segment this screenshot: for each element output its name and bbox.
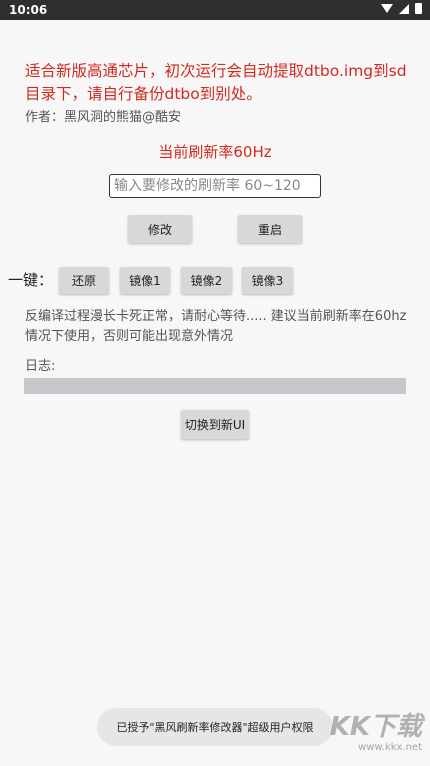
- author-text: 作者：黑风洞的熊猫@酷安: [25, 110, 182, 125]
- watermark-logo: KK下载: [329, 712, 422, 742]
- watermark-url: www.kkx.net: [358, 742, 422, 753]
- status-time: 10:06: [9, 3, 48, 17]
- refresh-rate-input[interactable]: [109, 174, 321, 198]
- one-key-label: 一键：: [8, 271, 54, 289]
- current-refresh-rate: 当前刷新率60Hz: [158, 143, 272, 161]
- wifi-icon: [381, 4, 393, 13]
- warning-text: 适合新版高通芯片，初次运行会自动提取dtbo.img到sd目录下，请自行备份dt…: [25, 62, 407, 103]
- status-bar: 10:06: [0, 0, 430, 20]
- image3-button[interactable]: 镜像3: [242, 267, 293, 294]
- signal-icon: [399, 3, 409, 14]
- log-label: 日志:: [25, 359, 56, 374]
- image1-button[interactable]: 镜像1: [120, 267, 170, 294]
- restore-button[interactable]: 还原: [59, 267, 109, 294]
- status-icons: [381, 3, 422, 14]
- switch-ui-button[interactable]: 切换到新UI: [181, 410, 249, 439]
- battery-icon: [415, 3, 422, 14]
- permission-toast: 已授予"黑风刷新率修改器"超级用户权限: [97, 708, 333, 746]
- reboot-button[interactable]: 重启: [238, 215, 302, 243]
- log-output: [24, 378, 406, 394]
- usage-note: 反编译过程漫长卡死正常，请耐心等待..... 建议当前刷新率在60hz情况下使用…: [25, 309, 407, 344]
- watermark: KK下载 www.kkx.net: [312, 712, 422, 762]
- modify-button[interactable]: 修改: [128, 215, 192, 243]
- image2-button[interactable]: 镜像2: [181, 267, 232, 294]
